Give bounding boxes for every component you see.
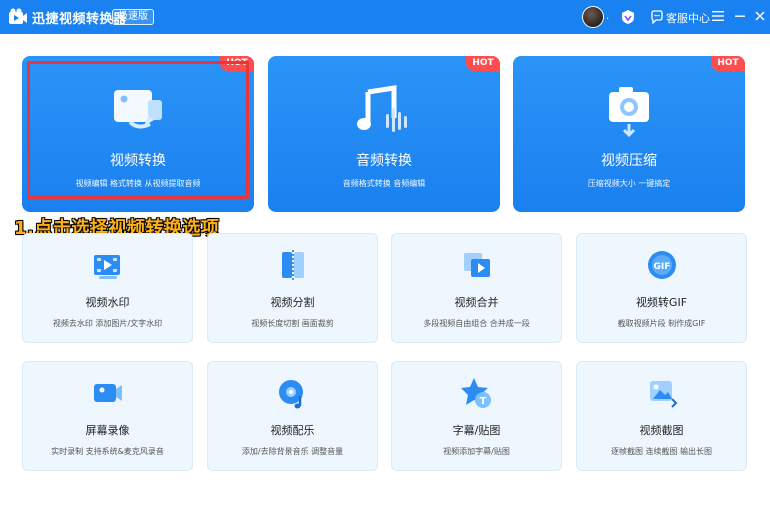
merge-icon — [463, 253, 490, 277]
svg-text:T: T — [479, 396, 486, 407]
video-convert-card[interactable]: HOT 视频转换 视频编辑 格式转换 从视频提取音频 — [22, 56, 254, 212]
user-avatar[interactable] — [582, 6, 604, 28]
split-card[interactable]: 视频分割 视频长度切割 画面裁剪 — [207, 233, 378, 343]
card-desc: 视频长度切割 画面裁剪 — [251, 319, 334, 328]
hot-tag: HOT — [220, 56, 254, 71]
card-title: 视频分割 — [270, 296, 315, 309]
screen-record-icon — [93, 384, 122, 402]
card-title: 视频合并 — [454, 296, 499, 309]
card-desc: 视频编辑 格式转换 从视频提取音频 — [75, 179, 201, 188]
card-title: 视频转换 — [110, 153, 166, 169]
edition-badge: 极速版 — [112, 9, 154, 25]
subtitle-card[interactable]: T 字幕/贴图 视频添加字幕/贴图 — [391, 361, 562, 471]
card-title: 视频水印 — [85, 296, 130, 309]
card-title: 字幕/贴图 — [452, 424, 501, 437]
vip-shield-icon[interactable] — [620, 9, 636, 25]
watermark-card[interactable]: 视频水印 视频去水印 添加图片/文字水印 — [22, 233, 193, 343]
card-desc: 视频添加字幕/贴图 — [443, 447, 510, 456]
merge-card[interactable]: 视频合并 多段视频自由组合 合并成一段 — [391, 233, 562, 343]
menu-icon[interactable] — [710, 9, 726, 25]
screen-record-card[interactable]: 屏幕录像 实时录制 支持系统&麦克风录音 — [22, 361, 193, 471]
svg-text:GIF: GIF — [653, 262, 670, 272]
music-icon — [278, 380, 303, 409]
card-desc: 逐帧截图 连续截图 输出长图 — [610, 447, 713, 456]
close-icon[interactable] — [752, 9, 768, 25]
card-desc: 视频去水印 添加图片/文字水印 — [52, 319, 163, 328]
video-convert-icon — [114, 90, 162, 129]
video-compress-icon — [609, 87, 649, 138]
title-bar: 迅捷视频转换器 极速版 . 客服中心 — [0, 0, 770, 34]
gif-card[interactable]: GIF 视频转GIF 截取视频片段 制作成GIF — [576, 233, 747, 343]
audio-convert-icon — [357, 85, 407, 132]
split-icon — [281, 250, 304, 280]
app-logo-icon — [9, 8, 27, 24]
minimize-icon[interactable] — [732, 9, 748, 25]
avatar-suffix: . — [606, 11, 610, 22]
card-desc: 音频格式转换 音频编辑 — [342, 179, 426, 188]
card-title: 视频压缩 — [601, 153, 657, 169]
card-title: 视频转GIF — [635, 296, 688, 309]
screenshot-card[interactable]: 视频截图 逐帧截图 连续截图 输出长图 — [576, 361, 747, 471]
customer-service-link[interactable]: 客服中心 — [666, 10, 710, 26]
card-title: 视频配乐 — [270, 424, 315, 437]
card-title: 音频转换 — [356, 153, 412, 169]
card-desc: 添加/去除背景音乐 调整音量 — [241, 447, 344, 456]
card-desc: 实时录制 支持系统&麦克风录音 — [51, 447, 164, 456]
video-compress-card[interactable]: HOT 视频压缩 压缩视频大小 一键搞定 — [513, 56, 745, 212]
gif-icon: GIF — [647, 251, 676, 279]
card-desc: 多段视频自由组合 合并成一段 — [423, 319, 530, 328]
card-desc: 压缩视频大小 一键搞定 — [587, 179, 671, 188]
card-title: 视频截图 — [639, 424, 684, 437]
hot-tag: HOT — [466, 56, 500, 71]
subtitle-icon: T — [460, 378, 491, 408]
watermark-icon — [93, 255, 120, 279]
customer-service-icon[interactable] — [650, 10, 664, 24]
card-desc: 截取视频片段 制作成GIF — [617, 319, 706, 328]
music-card[interactable]: 视频配乐 添加/去除背景音乐 调整音量 — [207, 361, 378, 471]
hot-tag: HOT — [711, 56, 745, 71]
audio-convert-card[interactable]: HOT 音频转换 音频格式转换 音频编辑 — [268, 56, 500, 212]
screenshot-icon — [649, 381, 677, 408]
card-title: 屏幕录像 — [85, 424, 130, 437]
